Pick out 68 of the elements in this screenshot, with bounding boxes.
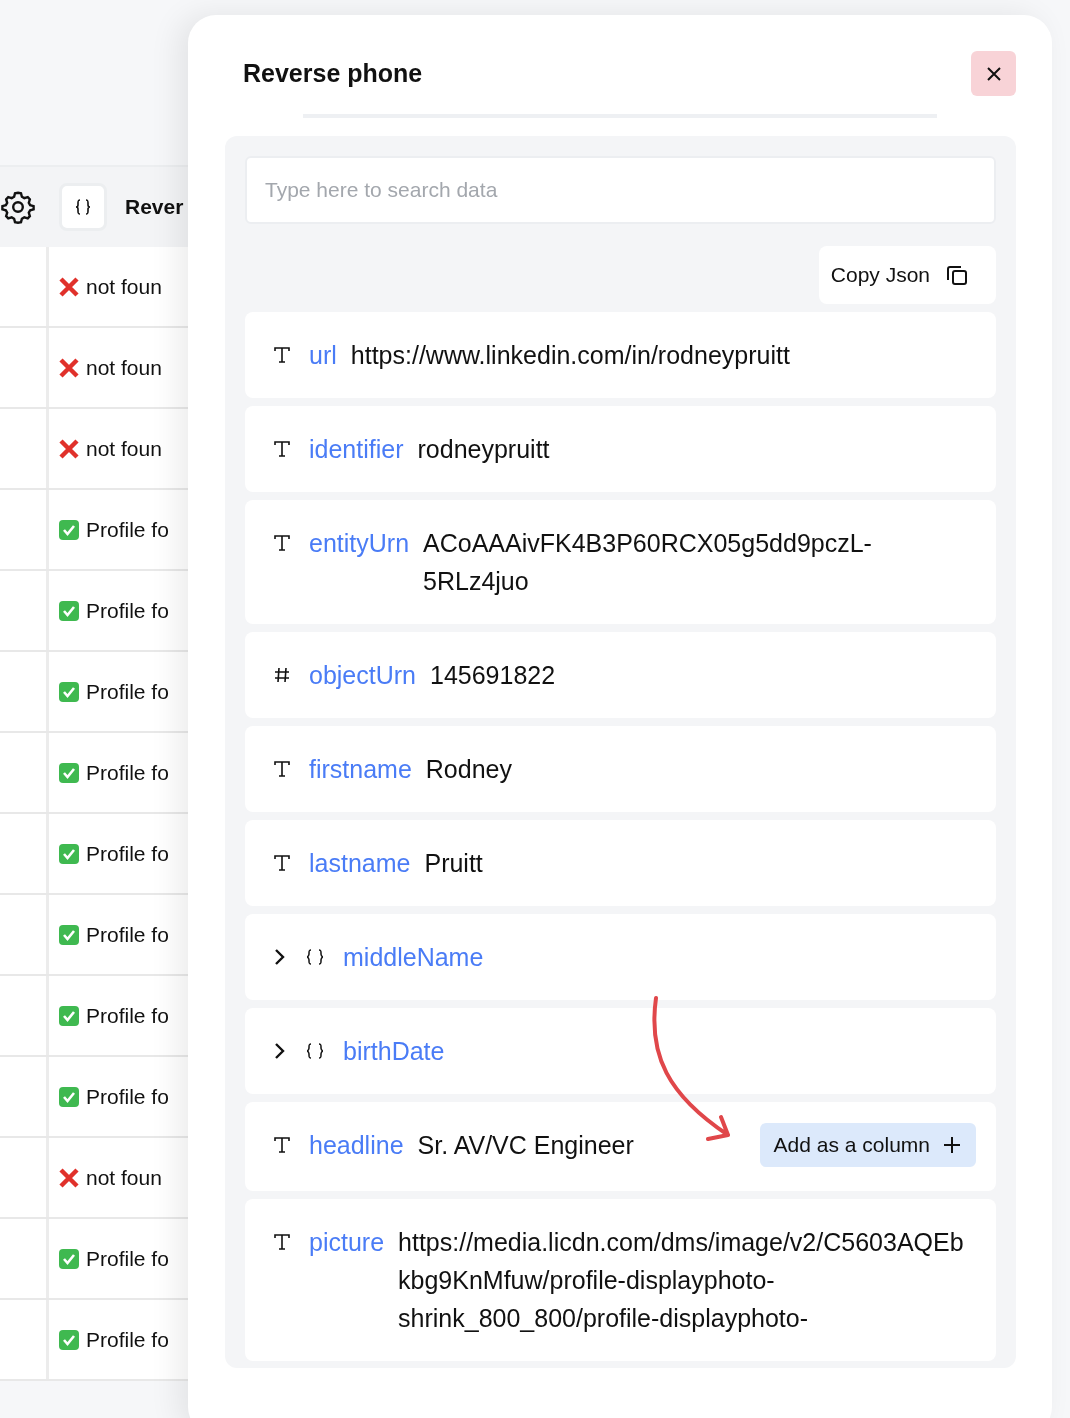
text-type-icon <box>273 854 291 872</box>
text-type-icon <box>273 760 291 778</box>
status-text: Profile fo <box>86 1003 169 1028</box>
field-value: Sr. AV/VC Engineer <box>417 1130 634 1161</box>
status-text: Profile fo <box>86 598 169 623</box>
modal-title: Reverse phone <box>243 59 423 88</box>
cross-icon <box>58 275 80 298</box>
status-text: Profile fo <box>86 922 169 947</box>
status-text: not foun <box>86 1165 162 1190</box>
field-key: lastname <box>309 844 411 882</box>
add-column-button[interactable]: Add as a column <box>759 1123 976 1167</box>
check-icon <box>58 1004 80 1027</box>
status-text: not foun <box>86 274 162 299</box>
field-key: picture <box>309 1223 385 1261</box>
field-key: firstname <box>309 750 412 788</box>
chevron-icon[interactable] <box>273 948 287 966</box>
text-type-icon <box>273 346 291 364</box>
text-type-icon <box>273 534 291 552</box>
status-text: Profile fo <box>86 1084 169 1109</box>
check-icon <box>58 842 80 865</box>
field-key: objectUrn <box>309 656 416 694</box>
status-text: Profile fo <box>86 679 169 704</box>
status-text: Profile fo <box>86 1327 169 1352</box>
status-text: Profile fo <box>86 1246 169 1271</box>
check-icon <box>58 1247 80 1270</box>
text-type-icon <box>273 1136 291 1154</box>
check-icon <box>58 680 80 703</box>
check-icon <box>58 599 80 622</box>
close-button[interactable] <box>971 51 1016 96</box>
chevron-icon[interactable] <box>273 1042 287 1060</box>
status-text: Profile fo <box>86 760 169 785</box>
check-icon <box>58 761 80 784</box>
text-type-icon <box>273 1233 291 1251</box>
json-button[interactable] <box>59 183 107 231</box>
status-text: Profile fo <box>86 841 169 866</box>
column-title: Rever <box>125 195 184 219</box>
field-value: https://media.licdn.com/dms/image/v2/C5603AQEbkbg9KnMfuw/profile-displayphoto-shrink_800_800/profile-displayphoto- <box>398 1227 965 1334</box>
cross-icon <box>58 1166 80 1189</box>
copy-json-button[interactable]: Copy Json <box>818 246 996 304</box>
check-icon <box>58 518 80 541</box>
check-icon <box>58 1328 80 1351</box>
braces-icon <box>305 1042 325 1060</box>
status-text: Profile fo <box>86 517 169 542</box>
field-value: https://www.linkedin.com/in/rodneypruitt <box>350 340 790 371</box>
field-value: 145691822 <box>430 660 556 691</box>
cross-icon <box>58 356 80 379</box>
check-icon <box>58 1085 80 1108</box>
hash-icon <box>273 666 291 684</box>
braces-icon <box>305 948 325 966</box>
text-type-icon <box>273 440 291 458</box>
field-key: headline <box>309 1126 404 1164</box>
cross-icon <box>58 437 80 460</box>
search-field[interactable]: Type here to search data <box>245 156 996 224</box>
field-value: ACoAAAivFK4B3P60RCX05g5dd9pczL-5RLz4juo <box>423 528 873 597</box>
plus-icon <box>942 1135 962 1155</box>
field-key[interactable]: middleName <box>343 938 484 976</box>
field-key: url <box>309 336 337 374</box>
field-value: rodneypruitt <box>417 434 550 465</box>
field-key[interactable]: birthDate <box>343 1032 445 1070</box>
status-text: not foun <box>86 436 162 461</box>
field-value: Rodney <box>425 754 512 785</box>
field-key: entityUrn <box>309 524 410 562</box>
field-key: identifier <box>309 430 404 468</box>
field-value: Pruitt <box>424 848 483 879</box>
settings-icon[interactable] <box>0 189 36 225</box>
close-icon <box>984 64 1003 83</box>
status-text: not foun <box>86 355 162 380</box>
check-icon <box>58 923 80 946</box>
